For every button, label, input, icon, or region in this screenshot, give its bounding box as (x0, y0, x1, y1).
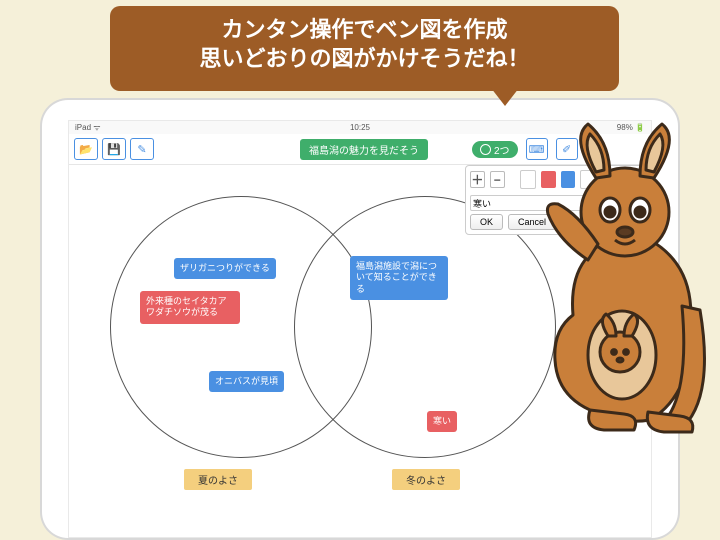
note-item[interactable]: 寒い (427, 411, 457, 432)
circle-caption-right[interactable]: 冬のよさ (392, 469, 460, 490)
banner-line1: カンタン操作でベン図を作成 (122, 16, 607, 45)
zoom-in-button[interactable]: ＋ (470, 171, 485, 188)
note-item[interactable]: 外来種のセイタカアワダチソウが茂る (140, 291, 240, 324)
speech-tail (491, 88, 519, 106)
save-button[interactable]: 💾 (102, 138, 126, 160)
ok-button[interactable]: OK (470, 214, 503, 230)
note-item[interactable]: オニバスが見頃 (209, 371, 284, 392)
banner-line2: 思いどおりの図がかけそうだね！ (122, 45, 607, 74)
venn-circle-right[interactable] (294, 196, 556, 458)
status-left: iPad ᯤ (75, 122, 101, 133)
circle-caption-left[interactable]: 夏のよさ (184, 469, 252, 490)
promo-banner: カンタン操作でベン図を作成 思いどおりの図がかけそうだね！ (110, 6, 619, 91)
note-item[interactable]: 福島潟施設で潟について知ることができる (350, 256, 448, 300)
zoom-out-button[interactable]: − (490, 171, 505, 188)
circle-icon (480, 144, 491, 155)
status-time: 10:25 (350, 123, 370, 132)
folder-icon: 📂 (79, 143, 93, 156)
save-icon: 💾 (107, 143, 121, 156)
diagram-title[interactable]: 福島潟の魅力を見だそう (300, 139, 428, 160)
pen-icon: ✎ (137, 143, 146, 156)
open-button[interactable]: 📂 (74, 138, 98, 160)
draw-button[interactable]: ✎ (130, 138, 154, 160)
count-label: 2つ (494, 142, 510, 157)
circle-count-button[interactable]: 2つ (472, 141, 518, 158)
note-item[interactable]: ザリガニつりができる (174, 258, 276, 279)
kangaroo-mascot (530, 120, 710, 440)
